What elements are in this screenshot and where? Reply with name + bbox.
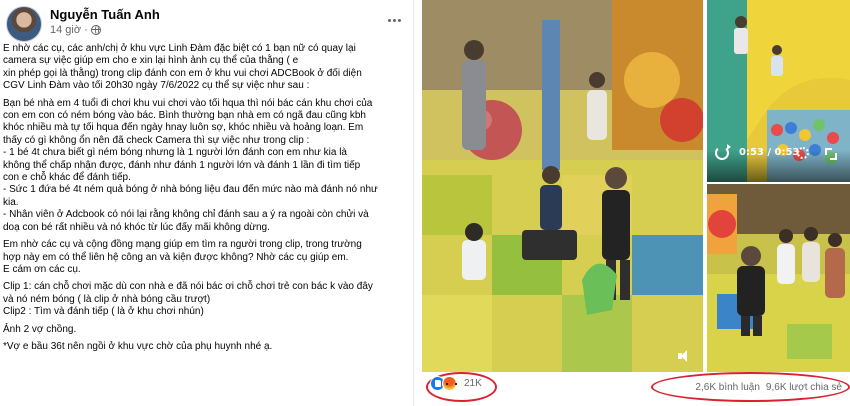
post-header: Nguyễn Tuấn Anh 14 giờ · — [6, 6, 406, 42]
comments-count[interactable]: 2,6K bình luận — [695, 382, 760, 393]
post-line: E cám ơn các cụ. — [3, 263, 81, 275]
author-avatar[interactable] — [6, 6, 42, 42]
author-name[interactable]: Nguyễn Tuấn Anh — [50, 7, 160, 22]
gear-icon[interactable] — [797, 147, 809, 159]
post-line: không thể chấp nhận được, đánh như đánh … — [3, 159, 361, 171]
video-main-scene — [422, 0, 703, 372]
post-line: hợp này em có thể liên hệ công an và kiệ… — [3, 251, 349, 263]
reactions[interactable]: 21K — [430, 376, 482, 391]
post-stats: 2,6K bình luận 9,6K lượt chia sẻ — [695, 382, 842, 393]
post-paragraph: Em nhờ các cụ và cộng đồng mạng giúp em … — [3, 239, 411, 276]
engagement-bar: 21K 2,6K bình luận 9,6K lượt chia sẻ — [422, 372, 850, 406]
post-line: con e chỗ khác để đánh tiếp. — [3, 172, 131, 184]
post-line: - Nhân viên ở Adcbook có nói lại rằng kh… — [3, 209, 369, 221]
post-line: xin phép gọi là thằng) trong clip đánh c… — [3, 67, 362, 79]
post-line: Em nhờ các cụ và cộng đồng mạng giúp em … — [3, 239, 362, 251]
post-line: khóc nhiều mà tự tối hqua đến ngày hnay … — [3, 122, 364, 134]
shares-count[interactable]: 9,6K lượt chia sẻ — [766, 382, 842, 393]
video-side-bottom-frame[interactable] — [707, 184, 850, 372]
post-paragraph: Bạn bé nhà em 4 tuổi đi chơi khu vui chơ… — [3, 98, 411, 234]
post-paragraph: *Vợ e bầu 36t nên ngồi ở khu vực chờ của… — [3, 341, 411, 353]
replay-icon[interactable] — [715, 144, 731, 160]
post-line: - 1 bé 4t chưa biết gì ném bóng nhưng là… — [3, 147, 347, 159]
video-main-frame[interactable] — [422, 0, 703, 372]
post-line: camera sự việc giúp em cho e xin lại hìn… — [3, 55, 299, 67]
post-meta: 14 giờ · — [50, 24, 101, 36]
reaction-count[interactable]: 21K — [464, 378, 482, 389]
video-side-bottom-scene — [707, 184, 850, 372]
more-options-button[interactable] — [382, 10, 406, 30]
post-line: E nhờ các cụ, các anh/chị ở khu vực Linh… — [3, 43, 356, 54]
meta-separator: · — [84, 24, 88, 36]
post-line: Clip2 : Tìm và đánh tiếp ( là ở khu chơi… — [3, 306, 204, 318]
post-line: và nó ném bóng ( là clip ở nhà bóng cầu … — [3, 293, 211, 305]
post-line: *Vợ e bầu 36t nên ngồi ở khu vực chờ của… — [3, 340, 273, 352]
post-paragraph: E nhờ các cụ, các anh/chị ở khu vực Linh… — [3, 43, 411, 93]
post-time[interactable]: 14 giờ — [50, 24, 81, 36]
post-line: thấy có gì không ổn nên đã check Camera … — [3, 134, 310, 146]
angry-reaction-icon — [442, 376, 457, 391]
post-media: 0:53 / 0:53 21K 2,6K bình luận 9,6K lượt… — [422, 0, 850, 406]
post-paragraph: Ảnh 2 vợ chồng. — [3, 324, 411, 336]
globe-icon — [90, 25, 101, 35]
post-line: Clip 1: cán chỗ chơi mặc dù con nhà e đã… — [3, 281, 373, 293]
post-line: kia. — [3, 196, 19, 208]
expand-icon[interactable] — [825, 148, 837, 160]
post-line: CGV Linh Đàm vào tối 20h30 ngày 7/6/2022… — [3, 80, 310, 92]
post-line: Ảnh 2 vợ chồng. — [3, 323, 77, 335]
post-text: E nhờ các cụ, các anh/chị ở khu vực Linh… — [3, 43, 411, 403]
video-side-top-frame[interactable]: 0:53 / 0:53 — [707, 0, 850, 182]
post-paragraph: Clip 1: cán chỗ chơi mặc dù con nhà e đã… — [3, 281, 411, 318]
post-line: - Sức 1 đứa bé 4t ném quả bóng ở nhà bón… — [3, 184, 378, 196]
post-line: Bạn bé nhà em 4 tuổi đi chơi khu vui chơ… — [3, 97, 373, 109]
post-card: Nguyễn Tuấn Anh 14 giờ · E nhờ các cụ, c… — [0, 0, 414, 406]
video-time: 0:53 / 0:53 — [739, 147, 800, 158]
post-line: doạ con bé rất nhiều và nó khóc từ lúc đ… — [3, 221, 270, 233]
post-line: con em con có ném bóng vào bác. Bình thư… — [3, 110, 366, 122]
mute-icon[interactable] — [678, 350, 692, 362]
